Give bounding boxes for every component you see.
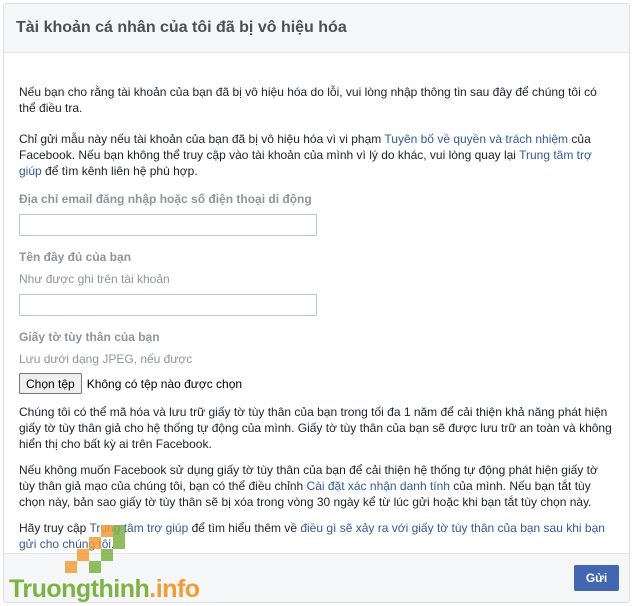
- terms-link[interactable]: Tuyên bố về quyền và trách nhiệm: [384, 132, 568, 146]
- watermark-square: [77, 549, 89, 561]
- intro-text: Nếu bạn cho rằng tài khoản của bạn đã bị…: [19, 85, 597, 115]
- id-label: Giấy tờ tùy thân của bạn: [19, 330, 160, 344]
- settings-info-text: Nếu không muốn Facebook sử dụng giấy tờ …: [19, 462, 614, 510]
- watermark-logo: Truongthinh.info: [5, 525, 215, 603]
- id-hint: Lưu dưới dạng JPEG, nếu được: [19, 352, 193, 366]
- watermark-square: [89, 537, 101, 549]
- notice-text: Chỉ gửi mẫu này nếu tài khoản của bạn đã…: [19, 131, 614, 179]
- form-body: Nếu bạn cho rằng tài khoản của bạn đã bị…: [4, 53, 629, 552]
- form-header: Tài khoản cá nhân của tôi đã bị vô hiệu …: [4, 4, 629, 53]
- email-label: Địa chỉ email đăng nhập hoặc số điện tho…: [19, 192, 312, 206]
- file-status: Không có tệp nào được chọn: [86, 376, 243, 391]
- identity-settings-link[interactable]: Cài đặt xác nhận danh tính: [307, 479, 450, 493]
- fullname-hint: Như được ghi trên tài khoản: [19, 272, 170, 286]
- file-upload: Chọn tệp Không có tệp nào được chọn: [19, 373, 614, 394]
- watermark-square: [101, 549, 113, 561]
- watermark-square: [113, 537, 125, 549]
- watermark-square: [113, 525, 125, 537]
- watermark-text-main: Truongthinh: [9, 575, 150, 603]
- send-button[interactable]: Gửi: [574, 565, 619, 591]
- watermark-text-domain: .info: [149, 575, 200, 603]
- notice-part1: Chỉ gửi mẫu này nếu tài khoản của bạn đã…: [19, 132, 385, 146]
- storage-info-text: Chúng tôi có thể mã hóa và lưu trữ giấy …: [19, 405, 612, 451]
- watermark-text: Truongthinh.info: [9, 575, 200, 604]
- page-title: Tài khoản cá nhân của tôi đã bị vô hiệu …: [16, 19, 347, 36]
- watermark-square: [65, 561, 77, 573]
- choose-file-button[interactable]: Chọn tệp: [19, 373, 82, 394]
- notice-part3: để tìm kênh liên hệ phù hợp.: [41, 164, 198, 178]
- watermark-square: [101, 525, 113, 537]
- email-field[interactable]: [19, 214, 317, 236]
- fullname-field[interactable]: [19, 294, 317, 316]
- fullname-label: Tên đầy đủ của bạn: [19, 250, 132, 264]
- watermark-square: [89, 561, 101, 573]
- disabled-account-form: Tài khoản cá nhân của tôi đã bị vô hiệu …: [3, 3, 630, 603]
